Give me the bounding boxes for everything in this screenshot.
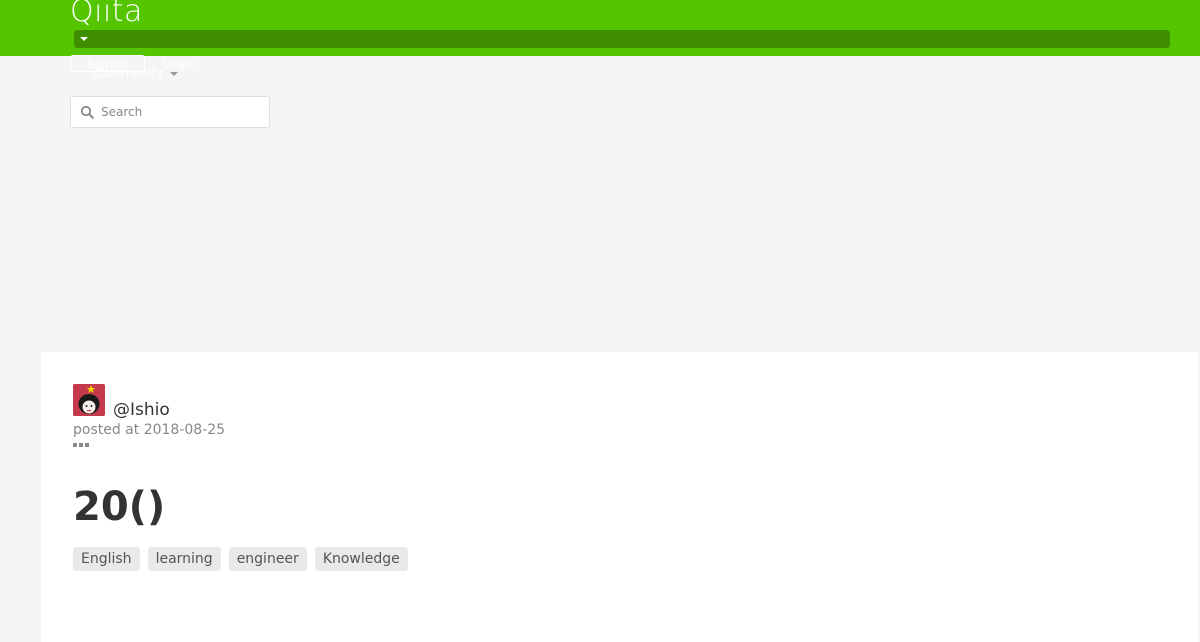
article-title: 20()	[73, 484, 166, 530]
tag-list: English learning engineer Knowledge	[73, 547, 408, 571]
login-link[interactable]: Login	[163, 57, 195, 71]
chevron-down-icon	[170, 72, 178, 76]
search-icon	[80, 105, 94, 119]
community-dropdown-bar[interactable]	[74, 30, 1170, 48]
tag-learning[interactable]: learning	[147, 547, 221, 571]
tag-engineer[interactable]: engineer	[228, 547, 307, 571]
author-avatar[interactable]	[73, 384, 105, 416]
tag-english[interactable]: English	[73, 547, 140, 571]
tag-knowledge[interactable]: Knowledge	[314, 547, 408, 571]
posted-date: posted at 2018-08-25	[73, 422, 226, 438]
community-menu-label: Community	[94, 66, 164, 80]
caret-down-icon	[80, 37, 88, 41]
article-card: @Ishio posted at 2018-08-25 20() English…	[41, 352, 1198, 642]
avatar-image-icon	[73, 384, 105, 416]
qiita-logo[interactable]: Qiita	[70, 0, 143, 32]
search-input[interactable]	[101, 101, 261, 123]
search-box[interactable]	[70, 96, 270, 128]
more-options-icon[interactable]	[73, 443, 89, 448]
global-header: Qiita	[0, 0, 1200, 56]
author-username[interactable]: @Ishio	[113, 399, 170, 421]
community-menu[interactable]: Community	[94, 66, 178, 80]
